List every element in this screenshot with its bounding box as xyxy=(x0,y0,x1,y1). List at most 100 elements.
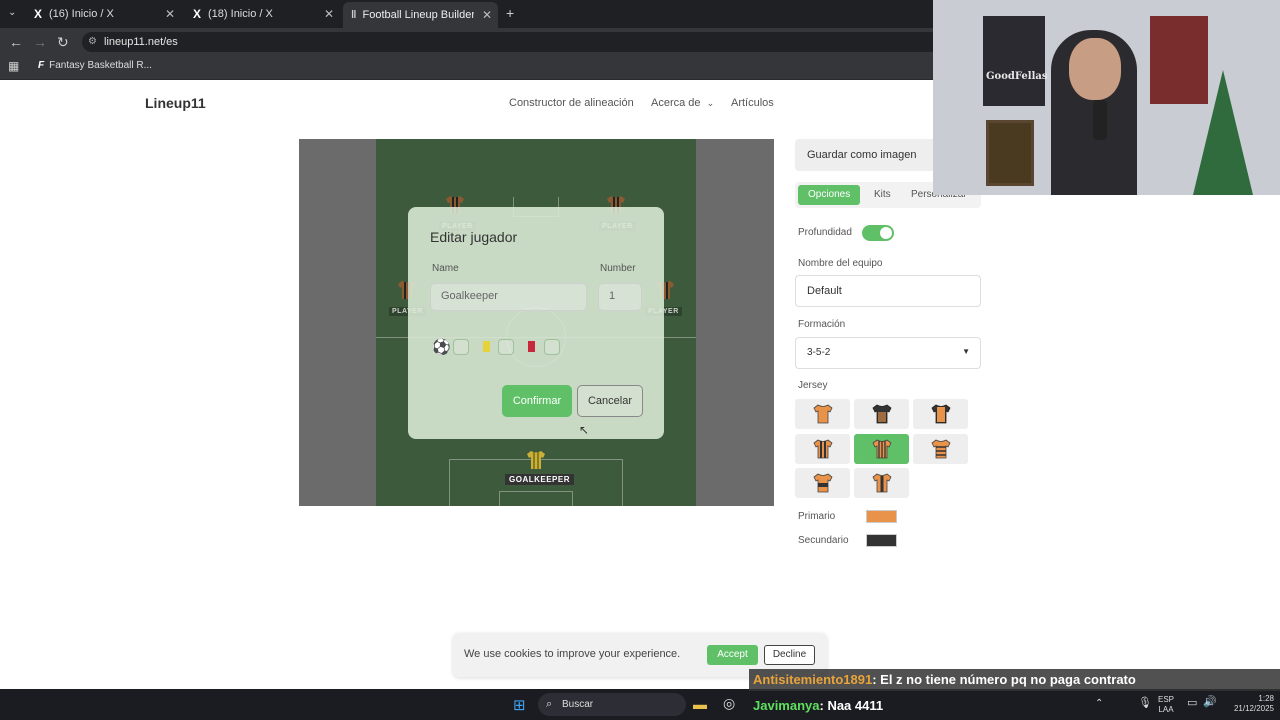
clock[interactable]: 1:28 21/12/2025 xyxy=(1222,694,1274,714)
clock-time: 1:28 xyxy=(1258,694,1274,703)
jersey-thin-stripes-selected[interactable] xyxy=(854,434,909,464)
tab-label: (16) Inicio / X xyxy=(49,8,114,20)
nav-lineup-builder[interactable]: Constructor de alineación xyxy=(509,97,634,109)
taskbar-search[interactable]: ⌕ Buscar xyxy=(538,693,686,716)
chrome-icon[interactable]: ◎ xyxy=(723,695,735,712)
confirm-button[interactable]: Confirmar xyxy=(502,385,572,417)
modal-title: Editar jugador xyxy=(430,229,518,245)
language-indicator[interactable]: ESP LAA xyxy=(1158,695,1174,715)
goal-box xyxy=(499,491,573,506)
player-number-input[interactable]: 1 xyxy=(598,283,642,311)
chat-username: Javimanya xyxy=(753,698,820,713)
primary-color-label: Primario xyxy=(798,511,836,522)
chevron-down-icon: ⌄ xyxy=(706,98,715,108)
secondary-color-swatch[interactable] xyxy=(866,534,897,547)
jersey-dark-sleeves[interactable] xyxy=(913,399,968,429)
player-name-input[interactable]: Goalkeeper xyxy=(430,283,587,311)
bookmark-label: Fantasy Basketball R... xyxy=(49,60,152,71)
close-icon[interactable]: ✕ xyxy=(165,7,175,21)
jersey-band[interactable] xyxy=(795,468,850,498)
team-name-label: Nombre del equipo xyxy=(798,258,883,269)
windows-start-icon[interactable]: ⊞ xyxy=(513,696,526,714)
windows-taskbar: ⊞ ⌕ Buscar ▬ ◎ ⌃ 🎙 ESP LAA ▭ 🔊 1:28 21/1… xyxy=(0,689,1280,720)
goalkeeper-shirt-icon[interactable] xyxy=(525,450,547,470)
primary-color-swatch[interactable] xyxy=(866,510,897,523)
nav-about[interactable]: Acerca de ⌄ xyxy=(651,97,714,109)
jersey-icon xyxy=(812,473,833,493)
clock-date: 21/12/2025 xyxy=(1233,704,1274,713)
mic-icon[interactable]: 🎙 xyxy=(1138,698,1152,709)
jersey-icon xyxy=(871,473,892,493)
lang-bottom: LAA xyxy=(1158,705,1174,714)
url-text: lineup11.net/es xyxy=(104,36,178,48)
tab-label: (18) Inicio / X xyxy=(208,8,273,20)
search-label: Buscar xyxy=(562,699,594,710)
jersey-plain-orange[interactable] xyxy=(795,399,850,429)
goals-checkbox[interactable] xyxy=(453,339,469,355)
tray-overflow-icon[interactable]: ⌃ xyxy=(1095,699,1103,709)
jersey-vertical-stripes[interactable] xyxy=(795,434,850,464)
jersey-icon xyxy=(812,439,833,459)
jersey-horizontal-stripes[interactable] xyxy=(913,434,968,464)
lang-top: ESP xyxy=(1158,695,1175,704)
jersey-icon xyxy=(871,404,892,424)
network-icon[interactable]: ▭ xyxy=(1187,698,1197,709)
x-logo-icon: X xyxy=(34,7,43,21)
forward-icon[interactable]: → xyxy=(33,34,47,50)
back-icon[interactable]: ← xyxy=(9,34,23,50)
tab-kits[interactable]: Kits xyxy=(864,185,901,205)
stream-chat-message: Antisitemiento1891: El z no tiene número… xyxy=(749,669,1280,691)
file-explorer-icon[interactable]: ▬ xyxy=(693,696,707,712)
close-icon[interactable]: ✕ xyxy=(482,8,492,22)
mouse-cursor-icon: ↖ xyxy=(579,423,590,437)
site-logo[interactable]: Lineup11 xyxy=(145,95,206,111)
edit-player-modal: Editar jugador Name Number Goalkeeper 1 … xyxy=(408,207,664,439)
tab-x-1[interactable]: X (16) Inicio / X ✕ xyxy=(26,3,181,25)
site-info-icon[interactable]: ⚙ xyxy=(88,32,97,52)
yellow-card-checkbox[interactable] xyxy=(498,339,514,355)
chat-text: : El z no tiene número pq no paga contra… xyxy=(872,672,1136,687)
tab-x-2[interactable]: X (18) Inicio / X ✕ xyxy=(185,3,340,25)
yellow-card-icon xyxy=(483,341,490,352)
tab-options[interactable]: Opciones xyxy=(798,185,861,205)
bookmark-fantasy-basketball[interactable]: F Fantasy Basketball R... xyxy=(38,60,152,71)
stream-chat-message: Javimanya: Naa 4411 xyxy=(749,695,883,717)
tab-lineup-builder[interactable]: ǁ Football Lineup Builder - Creat ✕ xyxy=(343,2,498,28)
dropdown-caret-icon: ▼ xyxy=(962,347,970,356)
nav-articles[interactable]: Artículos xyxy=(731,97,774,109)
chat-username: Antisitemiento1891 xyxy=(753,672,873,687)
close-icon[interactable]: ✕ xyxy=(324,7,334,21)
fantasy-logo-icon: F xyxy=(38,60,45,71)
depth-toggle[interactable] xyxy=(862,225,894,241)
cookie-accept-button[interactable]: Accept xyxy=(707,645,758,665)
tab-list-icon[interactable]: ⌄ xyxy=(8,7,16,18)
jersey-icon xyxy=(930,439,951,459)
poster-logo: GoodFellas xyxy=(986,71,1048,82)
name-label: Name xyxy=(432,263,459,274)
lineup11-favicon-icon: ǁ xyxy=(351,9,357,21)
cookie-decline-button[interactable]: Decline xyxy=(764,645,815,665)
url-field[interactable]: ⚙ lineup11.net/es xyxy=(82,32,942,52)
volume-icon[interactable]: 🔊 xyxy=(1203,697,1217,708)
red-card-icon xyxy=(528,341,535,352)
apps-grid-icon[interactable]: ▦ xyxy=(8,59,19,73)
reload-icon[interactable]: ↻ xyxy=(57,34,69,51)
formation-select[interactable]: 3-5-2 ▼ xyxy=(795,337,981,369)
goodfellas-poster: GoodFellas xyxy=(983,16,1048,106)
jersey-icon xyxy=(930,404,951,424)
framed-picture xyxy=(986,120,1034,186)
red-card-checkbox[interactable] xyxy=(544,339,560,355)
jersey-half[interactable] xyxy=(854,468,909,498)
x-logo-icon: X xyxy=(193,7,202,21)
chat-text: : Naa 4411 xyxy=(819,698,884,713)
ball-icon: ⚽ xyxy=(432,339,451,356)
microphone-icon xyxy=(1093,100,1107,140)
new-tab-icon[interactable]: + xyxy=(506,5,514,21)
jersey-icon xyxy=(812,404,833,424)
search-icon: ⌕ xyxy=(546,698,553,710)
jersey-icon xyxy=(871,439,892,459)
jersey-label: Jersey xyxy=(798,380,828,391)
team-name-input[interactable]: Default xyxy=(795,275,981,307)
jersey-dark-shoulders[interactable] xyxy=(854,399,909,429)
cancel-button[interactable]: Cancelar xyxy=(577,385,643,417)
